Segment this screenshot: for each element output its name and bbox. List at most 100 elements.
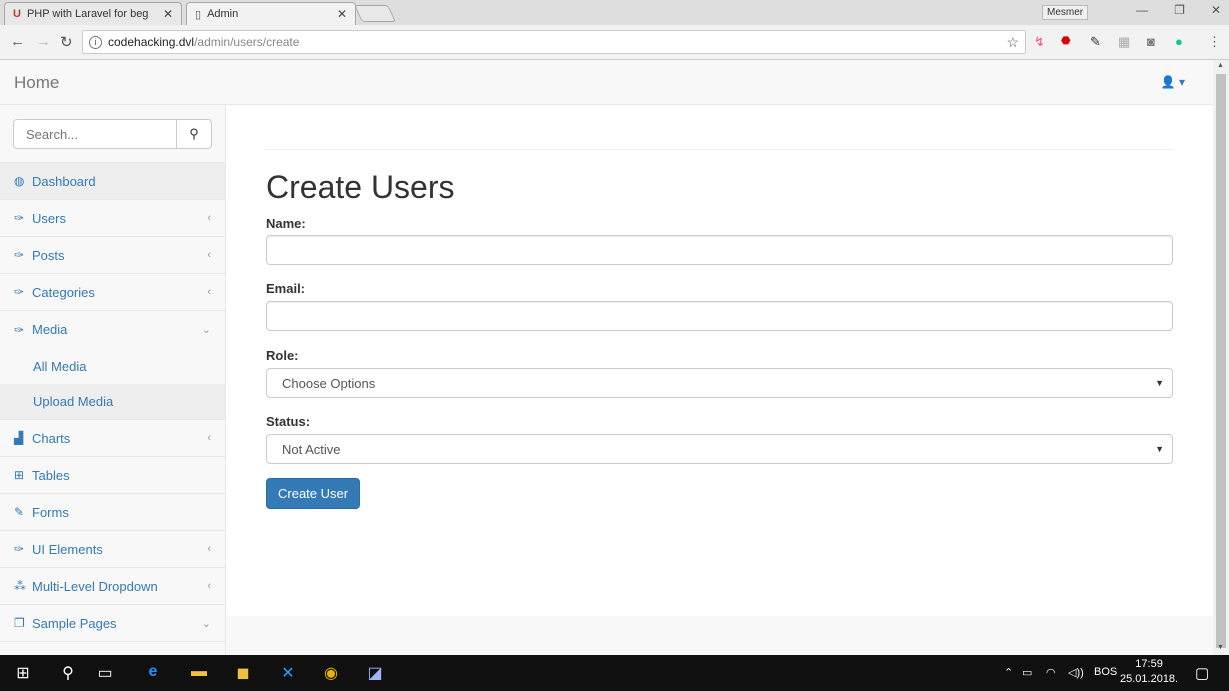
sidebar-item-label: Sample Pages (32, 615, 117, 631)
search-icon[interactable]: ⚲ (56, 663, 80, 683)
chrome-icon[interactable]: ◉ (319, 663, 343, 683)
browser-toolbar: ← → ↻ i codehacking.dvl/admin/users/crea… (0, 25, 1229, 60)
menu-icon[interactable]: ⋮ (1208, 34, 1221, 50)
sidebar-item-media[interactable]: ✑ Media ⌄ (0, 311, 225, 348)
sidebar-subitem-upload-media[interactable]: Upload Media (0, 384, 225, 420)
page-scrollbar[interactable]: ▲ ▼ (1213, 60, 1229, 655)
url-host: codehacking.dvl (108, 35, 195, 49)
close-window-icon[interactable]: ✕ (1211, 3, 1221, 17)
vscode-icon[interactable]: ✕ (276, 663, 300, 683)
bookmark-star-icon[interactable]: ☆ (1006, 34, 1019, 51)
sidebar-item-categories[interactable]: ✑ Categories ‹ (0, 274, 225, 311)
sidebar-item-charts[interactable]: ▟ Charts ‹ (0, 420, 225, 457)
notifications-icon[interactable]: ▢ (1195, 664, 1209, 682)
sidebar-item-dashboard[interactable]: ◍ Dashboard (0, 163, 225, 200)
role-select[interactable]: Choose Options ▼ (266, 368, 1173, 398)
extension-icon[interactable]: ↯ (1034, 34, 1045, 50)
email-field[interactable] (266, 301, 1173, 331)
sidebar-item-label: Categories (32, 284, 95, 300)
new-tab-button[interactable] (354, 5, 396, 22)
search-input[interactable] (13, 119, 177, 149)
sitemap-icon: ⁂ (14, 579, 26, 593)
files-icon: ❐ (14, 616, 25, 630)
sidebar-item-label: Posts (32, 247, 65, 263)
status-select[interactable]: Not Active ▼ (266, 434, 1173, 464)
store-icon[interactable]: ◼ (231, 663, 255, 683)
reload-icon[interactable]: ↻ (60, 33, 73, 51)
status-selected-value: Not Active (282, 441, 341, 457)
create-user-button[interactable]: Create User (266, 478, 361, 509)
sidebar-item-label: Forms (32, 504, 69, 520)
address-bar[interactable]: i codehacking.dvl/admin/users/create ☆ (82, 30, 1026, 54)
clock-time: 17:59 (1135, 658, 1163, 670)
chevron-left-icon: ‹ (207, 212, 211, 224)
task-view-icon[interactable]: ▭ (93, 663, 117, 683)
browser-tab-strip: U PHP with Laravel for beg ✕ ▯ Admin ✕ M… (0, 0, 1229, 25)
close-icon[interactable]: ✕ (337, 7, 347, 21)
tab-laravel-course[interactable]: U PHP with Laravel for beg ✕ (4, 2, 182, 25)
sidebar-item-ui-elements[interactable]: ✑ UI Elements ‹ (0, 531, 225, 568)
info-icon[interactable]: i (89, 35, 102, 49)
adblock-icon[interactable]: ⬣ (1061, 34, 1071, 47)
clock[interactable]: 17:59 25.01.2018. (1120, 657, 1178, 687)
user-menu[interactable]: 👤 ▾ (1161, 75, 1185, 89)
minimize-icon[interactable]: — (1136, 3, 1148, 17)
chevron-down-icon: ⌄ (201, 324, 211, 336)
volume-icon[interactable]: ◁)) (1068, 666, 1084, 679)
sidebar-subitem-all-media[interactable]: All Media (0, 348, 225, 384)
chevron-left-icon: ‹ (207, 543, 211, 555)
forward-icon[interactable]: → (36, 33, 51, 50)
user-icon: 👤 (1160, 75, 1176, 89)
phpstorm-icon[interactable]: ◪ (363, 663, 387, 683)
back-icon[interactable]: ← (10, 33, 25, 50)
tab-admin[interactable]: ▯ Admin ✕ (186, 2, 356, 25)
edit-icon: ✎ (14, 505, 25, 519)
eyedropper-icon[interactable]: ✎ (1090, 34, 1101, 50)
chevron-left-icon: ‹ (207, 580, 211, 592)
chevron-down-icon: ⌄ (201, 617, 211, 630)
search-icon: ⚲ (189, 126, 199, 141)
sidebar-item-posts[interactable]: ✑ Posts ‹ (0, 237, 225, 274)
camera-icon[interactable]: ◙ (1147, 34, 1155, 49)
status-label: Status: (266, 414, 311, 429)
chevron-up-icon[interactable]: ⌃ (1004, 666, 1013, 679)
email-label: Email: (266, 281, 306, 296)
search-button[interactable]: ⚲ (176, 119, 212, 149)
chevron-left-icon: ‹ (207, 249, 211, 261)
sidebar-item-label: All Media (33, 358, 87, 374)
scrollbar-thumb[interactable] (1216, 74, 1226, 648)
sidebar-item-tables[interactable]: ⊞ Tables (0, 457, 225, 494)
sidebar-item-users[interactable]: ✑ Users ‹ (0, 200, 225, 237)
scroll-up-icon[interactable]: ▲ (1217, 62, 1224, 69)
close-icon[interactable]: ✕ (163, 7, 173, 21)
wrench-icon: ✑ (14, 322, 25, 337)
grammarly-icon[interactable]: ● (1175, 34, 1183, 49)
sidebar-search: ⚲ (0, 105, 225, 163)
sidebar-item-label: Dashboard (32, 173, 96, 189)
sidebar-item-multi-level-dropdown[interactable]: ⁂ Multi-Level Dropdown ‹ (0, 568, 225, 605)
wifi-icon[interactable]: ◠ (1046, 666, 1056, 679)
sidebar-item-label: Charts (32, 430, 71, 446)
divider (266, 149, 1173, 150)
file-explorer-icon[interactable]: ▬ (187, 663, 211, 681)
name-label: Name: (266, 216, 306, 231)
page-icon: ▯ (195, 8, 202, 21)
edge-icon[interactable]: e (141, 663, 165, 681)
chevron-left-icon: ‹ (207, 286, 211, 298)
scroll-down-icon[interactable]: ▼ (1217, 644, 1224, 651)
name-field[interactable] (266, 235, 1173, 265)
sidebar-item-sample-pages[interactable]: ❐ Sample Pages ⌄ (0, 605, 225, 642)
navbar-brand[interactable]: Home (14, 73, 59, 93)
role-selected-value: Choose Options (282, 375, 376, 391)
page-title: Create Users (266, 169, 455, 205)
udemy-icon: U (13, 8, 21, 20)
wrench-icon: ✑ (14, 285, 25, 299)
windows-start-icon[interactable]: ⊞ (11, 663, 35, 683)
battery-icon[interactable]: ▭ (1022, 666, 1032, 679)
profile-button[interactable]: Mesmer (1042, 5, 1089, 20)
restore-icon[interactable]: ❐ (1174, 3, 1185, 17)
language-indicator[interactable]: BOS (1094, 666, 1117, 678)
extension-grid-icon[interactable]: ▦ (1118, 34, 1130, 50)
sidebar-item-forms[interactable]: ✎ Forms (0, 494, 225, 531)
windows-taskbar: ⊞ ⚲ ▭ e ▬ ◼ ✕ ◉ ◪ ⌃ ▭ ◠ ◁)) BOS 17:59 25… (0, 655, 1229, 691)
